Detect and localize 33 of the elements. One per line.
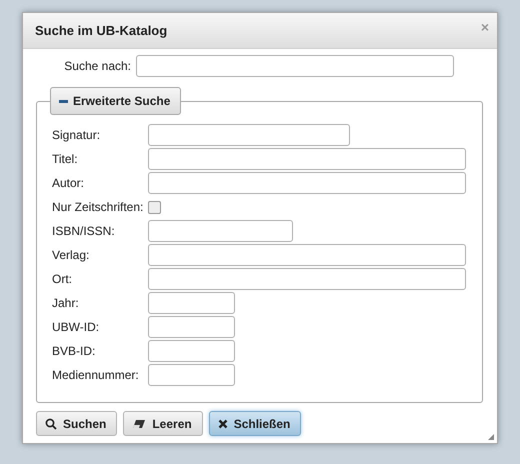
resize-grip-icon[interactable] <box>488 434 494 440</box>
field-label: Nur Zeitschriften: <box>52 200 144 214</box>
search-field[interactable] <box>136 55 454 77</box>
advanced-search-toggle[interactable]: Erweiterte Suche <box>50 87 182 115</box>
field-label: UBW-ID: <box>52 320 100 334</box>
field-label: Titel: <box>52 152 79 166</box>
search-icon <box>45 418 57 430</box>
field-label: Verlag: <box>52 248 90 262</box>
eraser-icon <box>132 418 146 428</box>
input-field[interactable] <box>148 124 350 146</box>
checkbox[interactable] <box>148 200 161 214</box>
field-label: Signatur: <box>52 128 102 142</box>
close-icon <box>218 418 228 428</box>
input-field[interactable] <box>148 316 235 338</box>
input-field[interactable] <box>148 244 466 266</box>
input-field[interactable] <box>148 268 466 290</box>
field-label: Ort: <box>52 272 73 286</box>
field-label: ISBN/ISSN: <box>52 224 116 238</box>
input-field[interactable] <box>148 340 235 362</box>
search-button[interactable]: Suchen <box>36 411 118 436</box>
input-field[interactable] <box>148 148 466 170</box>
field-label: Jahr: <box>52 296 80 310</box>
dialog-title: Suche im UB-Katalog <box>35 23 168 38</box>
field-label: BVB-ID: <box>52 344 96 358</box>
field-label: Autor: <box>52 176 86 190</box>
field-label: Mediennummer: <box>52 368 140 382</box>
field-label: Suche nach: <box>63 59 131 73</box>
erase-button[interactable]: Leeren <box>123 411 203 436</box>
input-field[interactable] <box>148 292 235 314</box>
input-field[interactable] <box>148 220 293 242</box>
input-field[interactable] <box>148 172 466 194</box>
close-button[interactable]: Schließen <box>208 411 302 436</box>
input-field[interactable] <box>148 364 235 386</box>
